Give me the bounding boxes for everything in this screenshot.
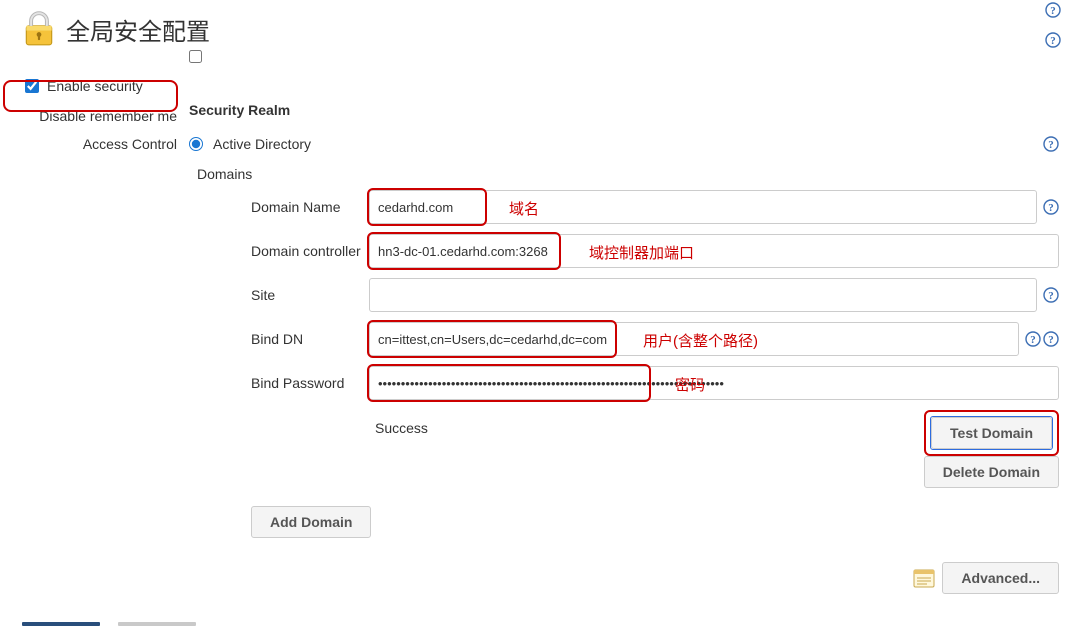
domain-form: Domain Name ? 域名 Domain controller 域控制器加…	[197, 190, 1059, 488]
svg-text:?: ?	[1050, 5, 1056, 17]
domain-name-input[interactable]	[369, 190, 1037, 224]
left-options-column: Enable security Disable remember me Acce…	[0, 70, 189, 594]
active-directory-radio[interactable]	[189, 137, 203, 151]
access-control-row: Access Control	[0, 130, 189, 158]
help-icon[interactable]: ?	[1045, 2, 1061, 18]
svg-text:?: ?	[1030, 334, 1036, 346]
svg-text:?: ?	[1048, 139, 1054, 151]
svg-text:?: ?	[1050, 35, 1056, 47]
help-icon[interactable]: ?	[1043, 136, 1059, 152]
test-domain-button[interactable]: Test Domain	[931, 417, 1052, 449]
active-directory-label: Active Directory	[213, 136, 311, 152]
advanced-row: Advanced...	[189, 562, 1059, 594]
advanced-button[interactable]: Advanced...	[942, 562, 1059, 594]
domains-label: Domains	[197, 166, 1059, 182]
add-domain-row: Add Domain	[251, 506, 1059, 538]
active-directory-row: Active Directory ?	[189, 130, 1059, 158]
test-success-text: Success	[375, 420, 428, 436]
disable-remember-checkbox[interactable]	[189, 50, 202, 63]
bind-password-label: Bind Password	[197, 375, 369, 391]
bind-password-input[interactable]	[369, 366, 1059, 400]
site-row: Site ?	[197, 278, 1059, 312]
delete-domain-button[interactable]: Delete Domain	[924, 456, 1059, 488]
tab-inactive[interactable]	[118, 622, 196, 626]
help-icon[interactable]: ?	[1045, 32, 1061, 48]
delete-domain-row: Delete Domain	[197, 456, 1059, 488]
tab-active[interactable]	[22, 622, 100, 626]
svg-text:?: ?	[1048, 334, 1054, 346]
help-icon[interactable]: ?	[1043, 287, 1059, 303]
enable-security-row: Enable security	[0, 70, 189, 102]
highlight-test-domain: Test Domain	[924, 410, 1059, 456]
help-icon[interactable]: ?	[1043, 331, 1059, 347]
domain-name-label: Domain Name	[197, 199, 369, 215]
main-form-column: ? ? Security Realm Active Directory ? Do…	[189, 70, 1075, 594]
add-domain-button[interactable]: Add Domain	[251, 506, 371, 538]
access-control-label: Access Control	[83, 136, 177, 152]
bind-dn-input[interactable]	[369, 322, 1019, 356]
enable-security-label: Enable security	[47, 78, 143, 94]
enable-security-checkbox[interactable]	[25, 79, 39, 93]
bind-dn-label: Bind DN	[197, 331, 369, 347]
security-realm-heading: Security Realm	[189, 102, 1059, 126]
site-input[interactable]	[369, 278, 1037, 312]
disable-remember-label: Disable remember me	[39, 108, 177, 124]
svg-text:?: ?	[1048, 290, 1054, 302]
domain-controller-input[interactable]	[369, 234, 1059, 268]
notes-icon	[912, 567, 936, 589]
lock-icon	[20, 10, 58, 48]
bottom-tabs	[22, 622, 196, 626]
help-icon[interactable]: ?	[1025, 331, 1041, 347]
help-icon[interactable]: ?	[1043, 199, 1059, 215]
disable-remember-row: Disable remember me	[0, 102, 189, 130]
test-result-row: Success Test Domain	[369, 410, 1059, 450]
bind-password-row: Bind Password 密码	[197, 366, 1059, 400]
domain-controller-label: Domain controller	[197, 243, 369, 259]
bind-dn-row: Bind DN ? ? 用户(含整个路径)	[197, 322, 1059, 356]
domain-name-row: Domain Name ? 域名	[197, 190, 1059, 224]
site-label: Site	[197, 287, 369, 303]
domain-controller-row: Domain controller 域控制器加端口	[197, 234, 1059, 268]
svg-text:?: ?	[1048, 202, 1054, 214]
